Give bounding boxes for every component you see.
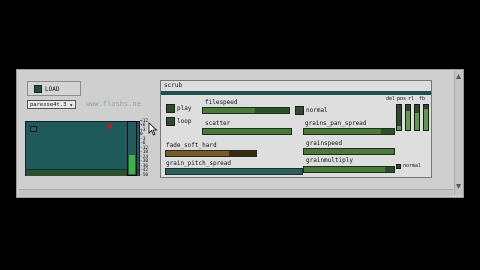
fade-soft-hard-slider[interactable]	[165, 150, 257, 157]
mixer-label: fb	[419, 96, 426, 102]
grains-pan-spread-label: grains_pan_spread	[305, 120, 367, 127]
load-label: LOAD	[45, 86, 60, 93]
watermark: www.flashs.ne	[86, 100, 141, 108]
mixer-labels: del pos rl fb	[386, 96, 432, 103]
record-indicator-icon	[107, 124, 112, 129]
grain-pitch-spread-fill	[166, 169, 302, 174]
normal-small-label: normal	[403, 163, 422, 169]
mixer-label: del	[386, 96, 396, 102]
grain-pitch-spread-slider[interactable]	[165, 168, 303, 175]
waveform-scrollbar[interactable]	[26, 169, 139, 176]
play-label: play	[177, 105, 192, 112]
output-meter	[127, 121, 137, 176]
filespeed-fill	[203, 108, 255, 113]
grainspeed-label: grainspeed	[306, 140, 343, 147]
waveform-marker	[30, 126, 37, 132]
play-toggle[interactable]	[166, 104, 175, 113]
waveform-display[interactable]	[25, 121, 140, 176]
scatter-fill	[203, 129, 291, 134]
normal-toggle[interactable]	[295, 106, 304, 115]
mixer-slider-fill	[415, 112, 419, 130]
filespeed-slider[interactable]	[202, 107, 290, 114]
grainmultiply-fill	[304, 167, 385, 172]
grains-pan-spread-fill	[304, 129, 381, 134]
scatter-label: scatter	[205, 120, 231, 127]
normal-small-toggle[interactable]	[396, 164, 401, 169]
mixer-slider[interactable]	[423, 104, 429, 131]
load-panel: LOAD	[27, 81, 81, 96]
chevron-down-icon: ▾	[69, 102, 73, 109]
fade-soft-hard-label: fade_soft_hard	[166, 142, 217, 149]
filespeed-label: filespeed	[205, 99, 238, 106]
fade-soft-hard-fill	[166, 151, 229, 156]
loop-label: loop	[177, 118, 192, 125]
grainspeed-slider[interactable]	[303, 148, 395, 155]
mixer-label: pos	[397, 96, 407, 102]
mixer-sliders	[396, 104, 432, 132]
grainmultiply-label: grainmultiply	[306, 157, 353, 164]
mixer-slider-fill	[406, 111, 410, 130]
file-menu-value: paresse4t.3	[30, 102, 67, 108]
mixer-slider-fill	[424, 108, 428, 130]
vertical-scrollbar[interactable]	[454, 71, 463, 195]
meter-fill	[129, 155, 135, 174]
scatter-slider[interactable]	[202, 128, 292, 135]
mixer-label: rl	[408, 96, 415, 102]
grainmultiply-slider[interactable]	[303, 166, 395, 173]
mouse-cursor-icon	[148, 122, 158, 136]
mixer-slider[interactable]	[414, 104, 420, 131]
load-button[interactable]	[34, 85, 42, 93]
scale-label: -50	[140, 172, 149, 178]
mixer-slider[interactable]	[396, 104, 402, 131]
horizontal-scrollbar[interactable]	[19, 189, 453, 196]
scrub-title: scrub	[164, 82, 183, 89]
file-menu[interactable]: paresse4t.3 ▾	[27, 100, 76, 109]
mixer-slider-fill	[397, 126, 401, 130]
grain-pitch-spread-label: grain_pitch_spread	[166, 160, 232, 167]
normal-label: normal	[306, 107, 328, 114]
mixer-slider[interactable]	[405, 104, 411, 131]
grains-pan-spread-slider[interactable]	[303, 128, 395, 135]
loop-toggle[interactable]	[166, 117, 175, 126]
grainspeed-fill	[304, 149, 394, 154]
scrub-bar[interactable]	[161, 91, 431, 95]
